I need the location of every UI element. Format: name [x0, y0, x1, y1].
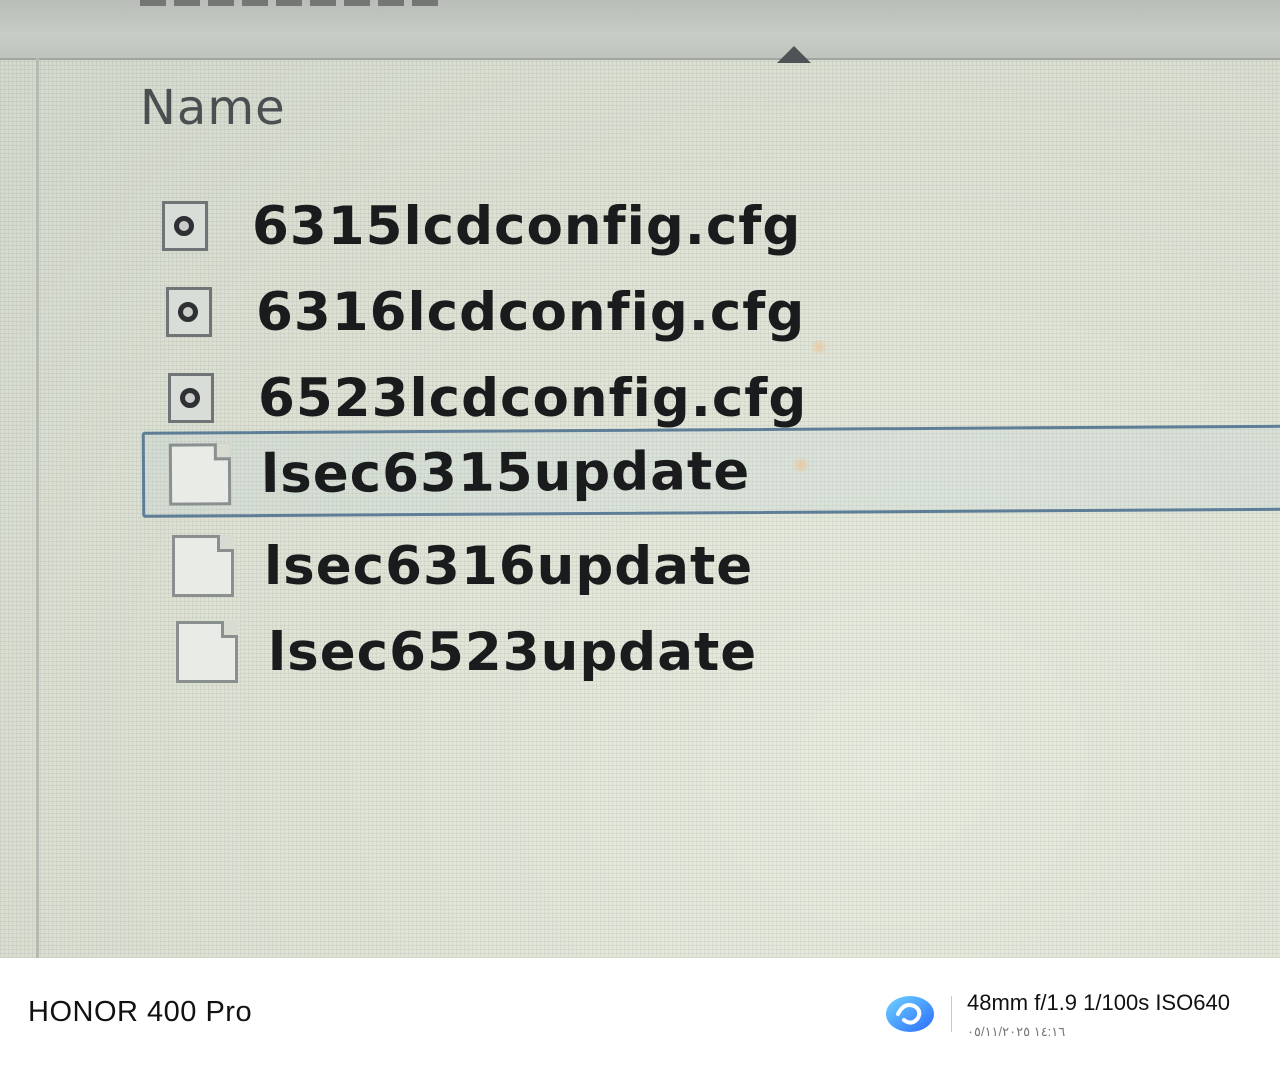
file-row-6523lcdconfig[interactable]: 6523lcdconfig.cfg — [168, 358, 807, 438]
screen-smudge — [790, 458, 812, 472]
config-file-icon — [168, 373, 214, 423]
device-name: HONOR 400 Pro — [28, 996, 253, 1028]
file-name: 6315lcdconfig.cfg — [252, 195, 802, 257]
file-name: lsec6316update — [264, 535, 754, 597]
file-row-6315lcdconfig[interactable]: 6315lcdconfig.cfg — [162, 186, 801, 266]
file-name: lsec6523update — [268, 621, 758, 683]
capture-datetime: ١٤:١٦ ٠٥/١١/٢٠٢٥ — [967, 1024, 1066, 1039]
file-row-lsec6315update[interactable]: lsec6315update — [141, 424, 1280, 518]
camera-watermark: HONOR 400 Pro 48mm f/1.9 1/100s ISO640 ١… — [0, 958, 1280, 1067]
file-row-lsec6316update[interactable]: lsec6316update — [172, 526, 753, 606]
blank-file-icon — [176, 621, 238, 683]
blank-file-icon — [168, 443, 232, 506]
sort-ascending-icon[interactable] — [777, 46, 811, 63]
file-name: lsec6315update — [260, 440, 751, 505]
config-file-icon — [166, 287, 212, 337]
window-top-bar — [0, 0, 1280, 60]
file-row-6316lcdconfig[interactable]: 6316lcdconfig.cfg — [166, 272, 805, 352]
honor-ai-logo-icon — [886, 996, 934, 1032]
file-name: 6523lcdconfig.cfg — [258, 367, 808, 429]
exif-info: 48mm f/1.9 1/100s ISO640 — [967, 990, 1230, 1015]
name-column-header[interactable]: Name — [140, 80, 286, 136]
blank-file-icon — [172, 535, 234, 597]
config-file-icon — [162, 201, 208, 251]
pane-left-border — [36, 58, 39, 958]
watermark-divider — [951, 996, 952, 1032]
file-name: 6316lcdconfig.cfg — [256, 281, 806, 343]
screen-smudge — [808, 340, 830, 354]
photographed-screen: Name 6315lcdconfig.cfg 6316lcdconfig.cfg… — [0, 0, 1280, 958]
cropped-title-text — [140, 0, 440, 6]
file-row-lsec6523update[interactable]: lsec6523update — [176, 612, 757, 692]
